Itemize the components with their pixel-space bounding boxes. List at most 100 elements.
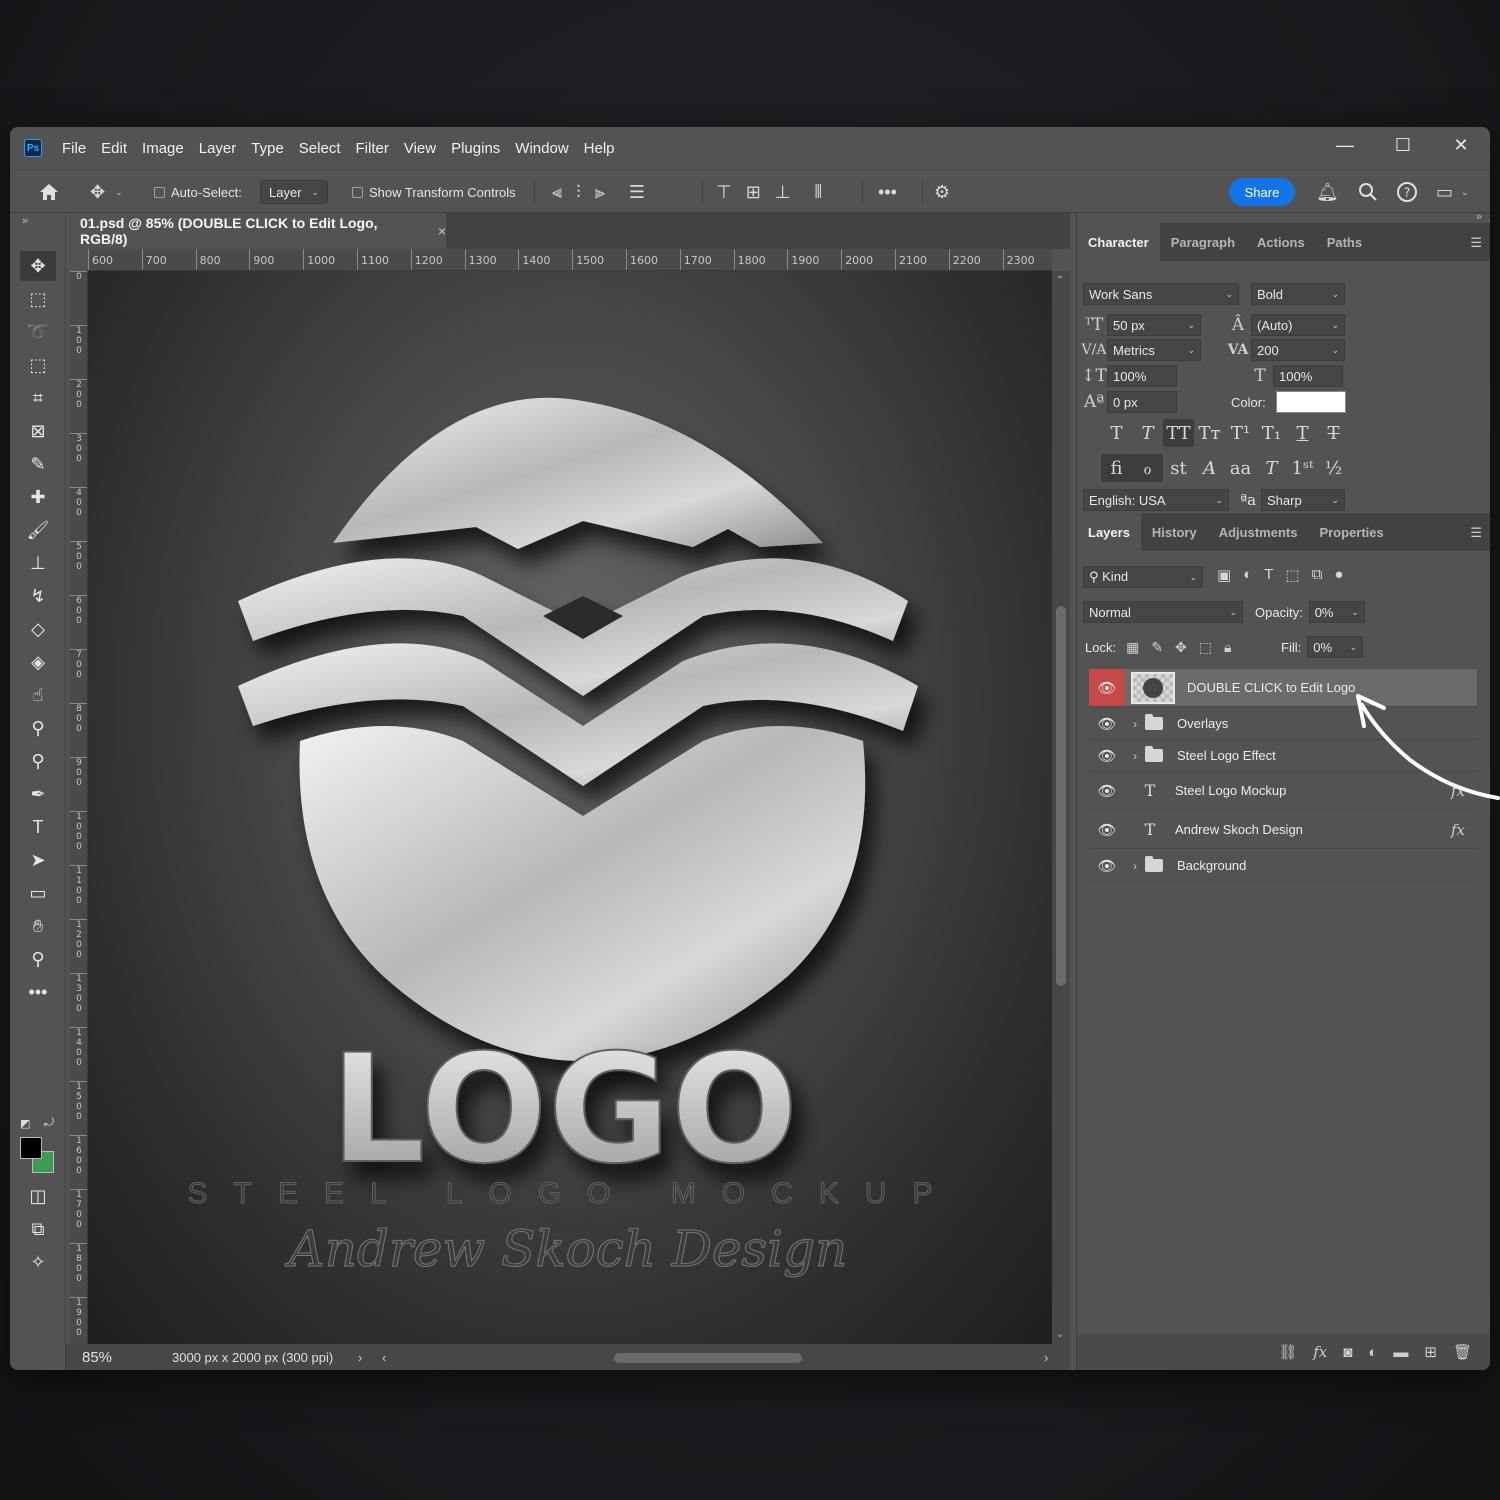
dodge-tool-icon[interactable]: ⚲ [20, 746, 56, 776]
superscript-icon[interactable]: T¹ [1225, 419, 1256, 447]
close-window-button[interactable]: ✕ [1432, 127, 1490, 163]
move-tool-icon[interactable]: ✥ ⌄ [90, 170, 123, 214]
more-options-icon[interactable]: ••• [878, 170, 897, 214]
scroll-right-icon[interactable]: › [1044, 1350, 1048, 1365]
eye-icon[interactable]: 👁︎ [1089, 669, 1125, 706]
scroll-up-icon[interactable]: ⌃ [1056, 275, 1064, 286]
tab-layers[interactable]: Layers [1077, 513, 1141, 551]
discretionary-ligatures-icon[interactable]: ℴ [1132, 454, 1163, 482]
faux-bold-icon[interactable]: T [1101, 419, 1132, 447]
frame-tool-icon[interactable]: ⊠ [20, 416, 56, 446]
eye-icon[interactable]: 👁︎ [1089, 850, 1125, 881]
share-button[interactable]: Share [1229, 178, 1295, 206]
minimize-button[interactable]: — [1316, 127, 1374, 163]
lock-all-icon[interactable]: 🔒︎ [1224, 639, 1231, 656]
trash-icon[interactable]: 🗑︎ [1453, 1343, 1472, 1361]
tracking-input[interactable]: 200 ⌄ [1251, 339, 1345, 361]
tab-character[interactable]: Character [1077, 223, 1160, 261]
eye-icon[interactable]: 👁︎ [1089, 740, 1125, 771]
layer-filter-dropdown[interactable]: ⚲ Kind ⌄ [1083, 566, 1203, 588]
quick-mask-icon[interactable]: ◫ [20, 1181, 56, 1211]
menu-select[interactable]: Select [299, 140, 341, 157]
collapse-panels-icon[interactable]: » [1476, 211, 1482, 223]
workspace-icon[interactable]: ▭ ⌄ [1436, 170, 1469, 214]
home-icon[interactable] [38, 170, 60, 214]
burn-tool-icon[interactable]: ⚲ [20, 713, 56, 743]
crop-tool-icon[interactable]: ⌗ [20, 383, 56, 413]
menu-type[interactable]: Type [251, 140, 284, 157]
ligatures-icon[interactable]: ﬁ [1101, 454, 1132, 482]
search-icon[interactable] [1358, 170, 1378, 214]
fx-icon[interactable]: fx [1313, 1343, 1327, 1361]
panel-menu-icon[interactable]: ☰ [1470, 235, 1482, 251]
menu-window[interactable]: Window [515, 140, 568, 157]
generative-icon[interactable]: ✧ [20, 1247, 56, 1277]
blend-mode-dropdown[interactable]: Normal ⌄ [1083, 601, 1243, 623]
align-bottom-icon[interactable]: ⊥ [775, 182, 791, 203]
hand-tool-icon[interactable]: ✋︎ [20, 911, 56, 941]
align-center-icon[interactable]: ⫶ [576, 182, 581, 203]
align-top-icon[interactable]: ⊤ [716, 182, 732, 203]
object-select-tool-icon[interactable]: ⬚ [20, 350, 56, 380]
menu-filter[interactable]: Filter [356, 140, 389, 157]
opacity-input[interactable]: 0% ⌄ [1308, 601, 1365, 623]
document-info[interactable]: 3000 px x 2000 px (300 ppi) [172, 1350, 333, 1365]
tab-history[interactable]: History [1141, 513, 1208, 551]
swap-colors-icon[interactable]: ⤾ [44, 1115, 54, 1130]
chevron-right-icon[interactable]: › [1125, 749, 1145, 763]
scroll-down-icon[interactable]: ⌄ [1056, 1329, 1064, 1340]
small-caps-icon[interactable]: Tт [1194, 419, 1225, 447]
zoom-level[interactable]: 85% [82, 1349, 138, 1366]
shape-filter-icon[interactable]: ⬚ [1285, 566, 1299, 584]
eye-icon[interactable]: 👁︎ [1089, 811, 1125, 848]
close-tab-icon[interactable]: × [438, 223, 446, 239]
eye-icon[interactable]: 👁︎ [1089, 708, 1125, 739]
stylistic-icon[interactable]: st [1163, 454, 1194, 482]
eye-icon[interactable]: 👁︎ [1089, 772, 1125, 809]
text-color-swatch[interactable] [1275, 391, 1346, 413]
vertical-scale-input[interactable]: 100% [1107, 365, 1177, 387]
lock-pixels-icon[interactable]: ✎ [1151, 639, 1163, 656]
strikethrough-icon[interactable]: T [1318, 419, 1349, 447]
menu-file[interactable]: File [62, 140, 86, 157]
stylistic-alternates-icon[interactable]: aa [1225, 454, 1256, 482]
default-colors-icon[interactable]: ◩ [20, 1117, 30, 1130]
auto-select-target-dropdown[interactable]: Layer ⌄ [260, 180, 328, 204]
layer-row[interactable]: 👁︎ T Andrew Skoch Design fx [1089, 811, 1477, 849]
layer-row[interactable]: 👁︎ › Background [1089, 850, 1477, 882]
healing-brush-tool-icon[interactable]: ✚ [20, 482, 56, 512]
menu-image[interactable]: Image [142, 140, 184, 157]
eraser-tool-icon[interactable]: ◇ [20, 614, 56, 644]
menu-plugins[interactable]: Plugins [451, 140, 500, 157]
lock-position-icon[interactable]: ✥ [1175, 639, 1187, 656]
lasso-tool-icon[interactable]: ➰ [20, 317, 56, 347]
brush-tool-icon[interactable]: 🖌︎ [20, 515, 56, 545]
titling-icon[interactable]: T [1256, 454, 1287, 482]
distribute-vertical-icon[interactable]: ⫴ [814, 182, 822, 203]
font-family-dropdown[interactable]: Work Sans ⌄ [1083, 283, 1239, 305]
type-filter-icon[interactable]: T [1264, 566, 1273, 584]
align-left-icon[interactable]: ⫷ [552, 182, 562, 203]
smudge-tool-icon[interactable]: ☝︎ [20, 680, 56, 710]
document-canvas[interactable]: LOGO STEEL LOGO MOCKUP Andrew Skoch Desi… [88, 271, 1052, 1344]
horizontal-scroll-thumb[interactable] [614, 1353, 802, 1363]
help-icon[interactable]: ? [1396, 170, 1418, 214]
gear-icon[interactable]: ⚙ [934, 170, 950, 214]
ordinals-icon[interactable]: 1ˢᵗ [1287, 454, 1318, 482]
faux-italic-icon[interactable]: T [1132, 419, 1163, 447]
chevron-right-icon[interactable]: › [1125, 717, 1145, 731]
pen-tool-icon[interactable]: ✒︎ [20, 779, 56, 809]
history-brush-tool-icon[interactable]: ↯ [20, 581, 56, 611]
lock-transparency-icon[interactable]: ▦ [1126, 639, 1139, 656]
eyedropper-tool-icon[interactable]: ✎ [20, 449, 56, 479]
kerning-dropdown[interactable]: Metrics ⌄ [1107, 339, 1201, 361]
adjustment-filter-icon[interactable]: ◐ [1243, 566, 1252, 584]
fractions-icon[interactable]: ½ [1318, 454, 1349, 482]
horizontal-scale-input[interactable]: 100% [1273, 365, 1343, 387]
tab-adjustments[interactable]: Adjustments [1208, 513, 1309, 551]
bell-icon[interactable]: 🔔︎ [1316, 170, 1339, 214]
rectangle-tool-icon[interactable]: ▭ [20, 878, 56, 908]
chevron-right-icon[interactable]: › [1125, 859, 1145, 873]
zoom-tool-icon[interactable]: ⚲ [20, 944, 56, 974]
type-tool-icon[interactable]: T [20, 812, 56, 842]
